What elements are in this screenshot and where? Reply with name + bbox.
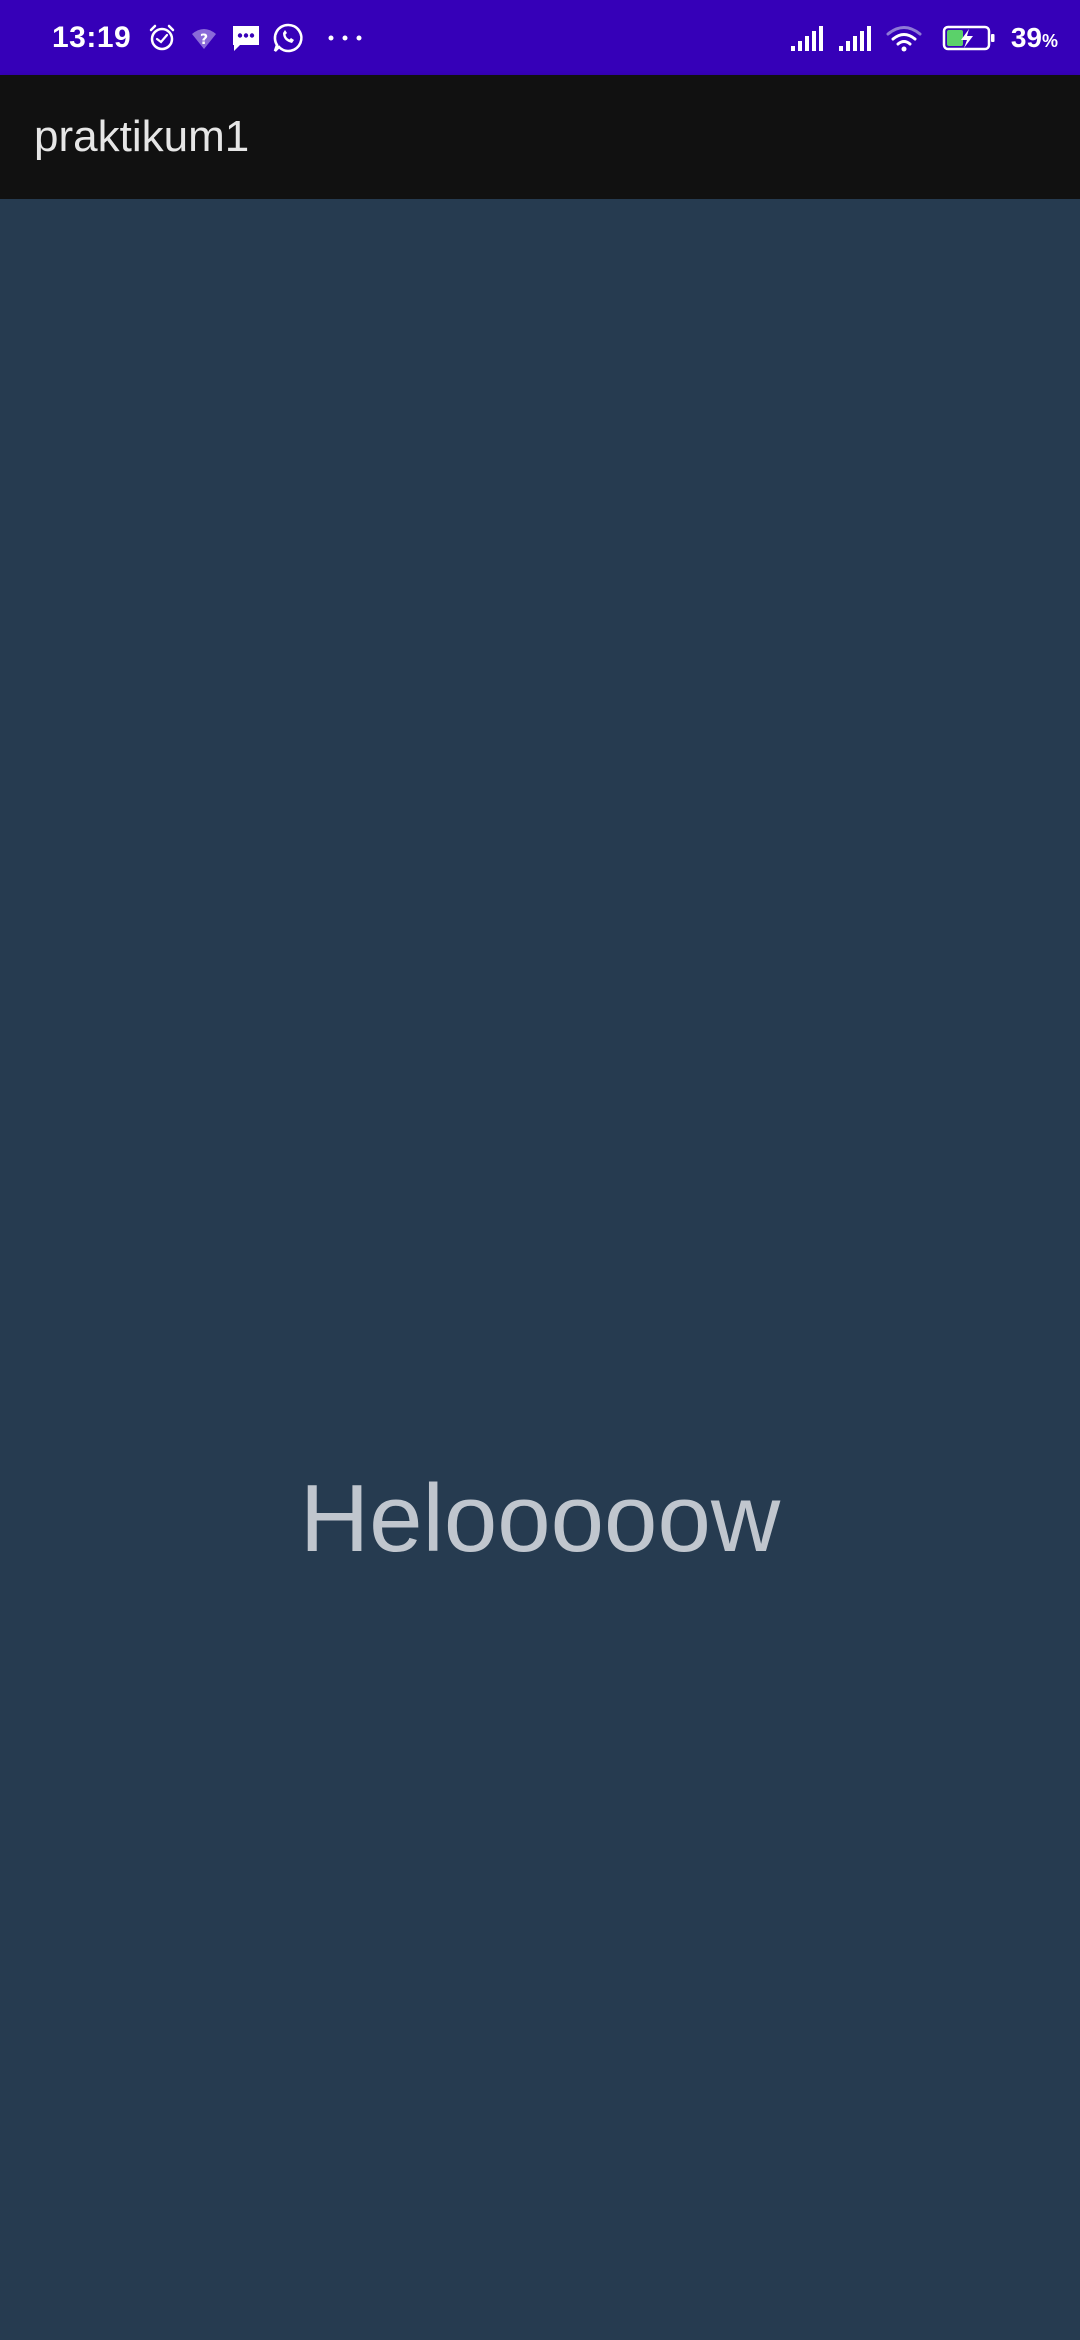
svg-text:?: ?	[200, 32, 208, 48]
battery-charging-icon	[941, 21, 997, 55]
message-icon	[229, 21, 263, 55]
app-bar: praktikum1	[0, 75, 1080, 199]
more-dots-icon	[323, 21, 367, 55]
wifi-icon	[883, 21, 925, 55]
signal-icon	[787, 21, 827, 55]
battery-percentage: 39%	[1010, 21, 1058, 53]
status-left: 13:19 ?	[52, 0, 375, 75]
status-right: 39%	[787, 0, 1058, 75]
main-content: Helooooow	[0, 199, 1080, 2340]
wifi-question-icon: ?	[187, 21, 221, 55]
app-title: praktikum1	[34, 112, 250, 161]
status-bar: 13:19 ? 39%	[0, 0, 1080, 75]
signal-icon	[835, 21, 875, 55]
alarm-icon	[145, 21, 179, 55]
status-time: 13:19	[52, 20, 132, 54]
whatsapp-icon	[271, 21, 305, 55]
hello-text: Helooooow	[299, 1465, 781, 1572]
